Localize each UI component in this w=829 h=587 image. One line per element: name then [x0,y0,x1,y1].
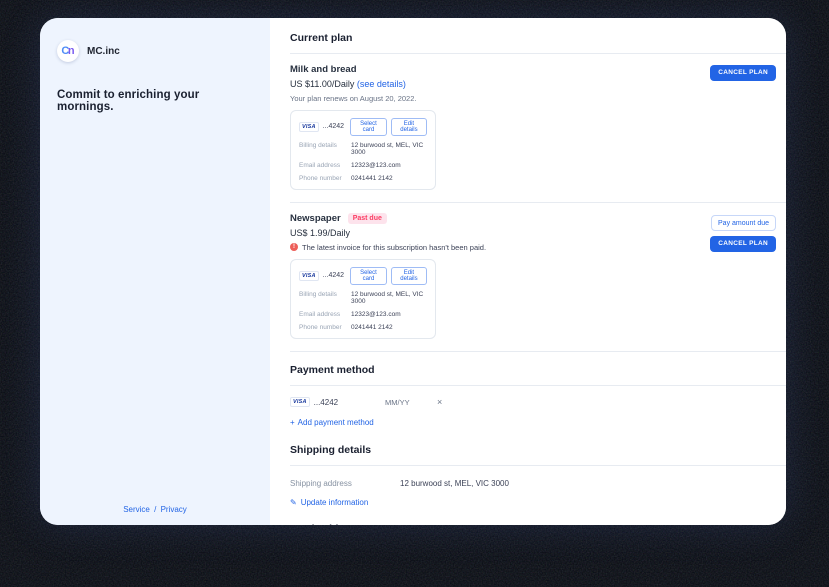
shipping-address-value: 12 burwood st, MEL, VIC 3000 [400,479,509,488]
plan-price-text: US $11.00/Daily [290,79,354,89]
card-number: ...4242 [323,123,344,130]
billing-details-label: Billing details [299,291,351,305]
card-number: ...4242 [314,398,338,407]
plan-name-text: Milk and bread [290,64,357,75]
plan-newspaper: Newspaper Past due US$ 1.99/Daily ! The … [290,203,786,351]
remove-card-icon[interactable]: × [437,398,442,407]
past-due-badge: Past due [348,213,387,224]
billing-details-value: 12 burwood st, MEL, VIC 3000 [351,142,427,156]
footer-separator: / [154,505,156,514]
main-pane: Current plan Milk and bread US $11.00/Da… [270,18,786,525]
add-payment-method-link[interactable]: + Add payment method [290,418,374,427]
service-link[interactable]: Service [123,505,150,514]
billing-details-row: Billing details 12 burwood st, MEL, VIC … [299,291,427,305]
card-head-row: VISA ...4242 Select card Edit details [299,267,427,285]
brand-header: Cn MC.inc [57,40,253,62]
plan-milk-and-bread: Milk and bread US $11.00/Daily (see deta… [290,54,786,202]
phone-label: Phone number [299,324,351,331]
billing-card-panel: VISA ...4242 Select card Edit details Bi… [290,259,436,340]
saved-card: VISA ...4242 [290,397,385,407]
divider [290,385,786,386]
email-value: 12323@123.com [351,311,401,318]
invoice-history-title: Invoice history [290,510,786,525]
select-card-button[interactable]: Select card [350,118,387,136]
warning-text: The latest invoice for this subscription… [302,243,486,252]
billing-details-row: Billing details 12 burwood st, MEL, VIC … [299,142,427,156]
plan-renewal-note: Your plan renews on August 20, 2022. [290,94,786,103]
billing-details-value: 12 burwood st, MEL, VIC 3000 [351,291,427,305]
company-logo-icon: Cn [57,40,79,62]
card-head-row: VISA ...4242 Select card Edit details [299,118,427,136]
cancel-plan-button[interactable]: CANCEL PLAN [710,236,776,252]
email-row: Email address 12323@123.com [299,311,427,318]
card-expiry: MM/YY [385,398,437,407]
select-card-button[interactable]: Select card [350,267,387,285]
visa-icon: VISA [290,397,310,407]
sidebar-footer: Service / Privacy [40,505,270,514]
payment-method-title: Payment method [290,352,786,385]
phone-row: Phone number 0241441 2142 [299,175,427,182]
add-payment-method-label: Add payment method [298,418,374,427]
payment-method-row: VISA ...4242 MM/YY × [290,397,786,407]
billing-details-label: Billing details [299,142,351,156]
pencil-icon: ✎ [290,498,297,507]
update-information-label: Update information [301,498,369,507]
email-label: Email address [299,162,351,169]
phone-value: 0241441 2142 [351,175,393,182]
shipping-address-label: Shipping address [290,479,400,488]
phone-label: Phone number [299,175,351,182]
billing-portal-window: Cn MC.inc Commit to enriching your morni… [40,18,786,525]
email-value: 12323@123.com [351,162,401,169]
edit-details-button[interactable]: Edit details [391,118,427,136]
see-details-link[interactable]: (see details) [357,79,406,89]
phone-value: 0241441 2142 [351,324,393,331]
email-label: Email address [299,311,351,318]
brand-tagline: Commit to enriching your mornings. [57,89,253,113]
visa-icon: VISA [299,122,319,132]
warning-icon: ! [290,243,298,251]
sidebar: Cn MC.inc Commit to enriching your morni… [40,18,270,525]
cancel-plan-button[interactable]: CANCEL PLAN [710,65,776,81]
current-plan-title: Current plan [290,24,786,53]
privacy-link[interactable]: Privacy [161,505,187,514]
billing-card-panel: VISA ...4242 Select card Edit details Bi… [290,110,436,191]
plus-icon: + [290,418,295,427]
visa-icon: VISA [299,271,319,281]
email-row: Email address 12323@123.com [299,162,427,169]
plan-name-text: Newspaper [290,213,341,224]
plan-price-text: US$ 1.99/Daily [290,228,350,238]
plan-price: US $11.00/Daily (see details) [290,79,786,89]
brand-name: MC.inc [87,46,120,57]
divider [290,465,786,466]
pay-amount-due-button[interactable]: Pay amount due [711,215,776,231]
shipping-details-title: Shipping details [290,430,786,465]
edit-details-button[interactable]: Edit details [391,267,427,285]
card-number: ...4242 [323,272,344,279]
logo-letter-n: n [68,46,75,57]
shipping-address-row: Shipping address 12 burwood st, MEL, VIC… [290,479,786,488]
phone-row: Phone number 0241441 2142 [299,324,427,331]
update-information-link[interactable]: ✎ Update information [290,498,368,507]
